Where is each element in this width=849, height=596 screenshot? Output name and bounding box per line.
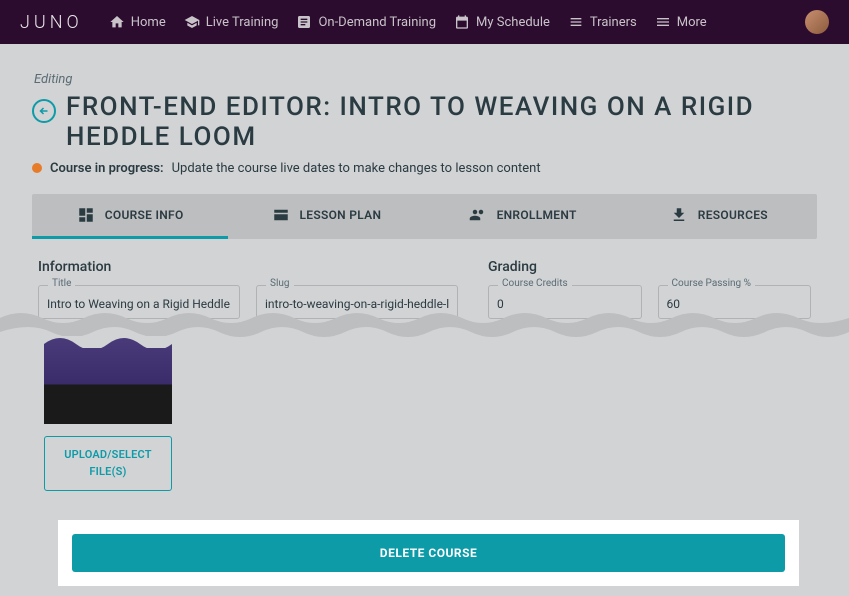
nav-label: Live Training (206, 15, 279, 30)
logo: JUNO (20, 12, 83, 33)
nav-more[interactable]: More (655, 14, 707, 30)
delete-course-button[interactable]: DELETE COURSE (72, 534, 785, 572)
thumbnail-preview (44, 336, 172, 424)
delete-section: DELETE COURSE (58, 520, 799, 586)
people-icon (469, 206, 487, 224)
slug-field-label: Slug (266, 278, 294, 289)
home-icon (109, 14, 125, 30)
tab-label: RESOURCES (698, 208, 768, 222)
nav-my-schedule[interactable]: My Schedule (454, 14, 550, 30)
back-button[interactable] (32, 99, 56, 123)
status-dot-icon (32, 163, 42, 173)
tabs-bar: COURSE INFO LESSON PLAN ENROLLMENT RESOU… (32, 194, 817, 239)
nav-label: On-Demand Training (318, 15, 436, 30)
page-title: FRONT-END EDITOR: INTRO TO WEAVING ON A … (66, 93, 817, 153)
passing-field-label: Course Passing % (668, 278, 755, 289)
upload-select-button[interactable]: UPLOAD/SELECT FILE(S) (44, 436, 172, 491)
nav-on-demand[interactable]: On-Demand Training (296, 14, 436, 30)
nav-trainers[interactable]: Trainers (568, 14, 637, 30)
tab-course-info[interactable]: COURSE INFO (32, 194, 228, 239)
graduation-cap-icon (184, 14, 200, 30)
nav-label: My Schedule (476, 15, 550, 30)
avatar[interactable] (805, 10, 829, 34)
tab-lesson-plan[interactable]: LESSON PLAN (228, 194, 424, 239)
calendar-icon (454, 14, 470, 30)
title-field-label: Title (48, 278, 75, 289)
grading-header: Grading (488, 259, 811, 275)
credits-field-label: Course Credits (498, 278, 572, 289)
nav-label: Trainers (590, 15, 637, 30)
lower-section: UPLOAD/SELECT FILE(S) (32, 336, 817, 491)
status-message: Update the course live dates to make cha… (172, 161, 541, 176)
nav-live-training[interactable]: Live Training (184, 14, 279, 30)
tab-enrollment[interactable]: ENROLLMENT (425, 194, 621, 239)
trainers-icon (568, 14, 584, 30)
information-header: Information (38, 259, 458, 275)
menu-icon (655, 14, 671, 30)
tab-resources[interactable]: RESOURCES (621, 194, 817, 239)
download-icon (670, 206, 688, 224)
book-icon (296, 14, 312, 30)
editing-label: Editing (34, 72, 817, 87)
nav-home[interactable]: Home (109, 14, 166, 30)
status-row: Course in progress: Update the course li… (32, 161, 817, 176)
dashboard-icon (77, 206, 95, 224)
tab-label: ENROLLMENT (497, 208, 577, 222)
tab-label: COURSE INFO (105, 208, 184, 222)
status-label: Course in progress: (50, 161, 164, 176)
page-content: Editing FRONT-END EDITOR: INTRO TO WEAVI… (0, 44, 849, 319)
top-nav: JUNO Home Live Training On-Demand Traini… (0, 0, 849, 44)
tab-label: LESSON PLAN (300, 208, 382, 222)
lesson-icon (272, 206, 290, 224)
nav-label: More (677, 15, 707, 30)
nav-label: Home (131, 15, 166, 30)
